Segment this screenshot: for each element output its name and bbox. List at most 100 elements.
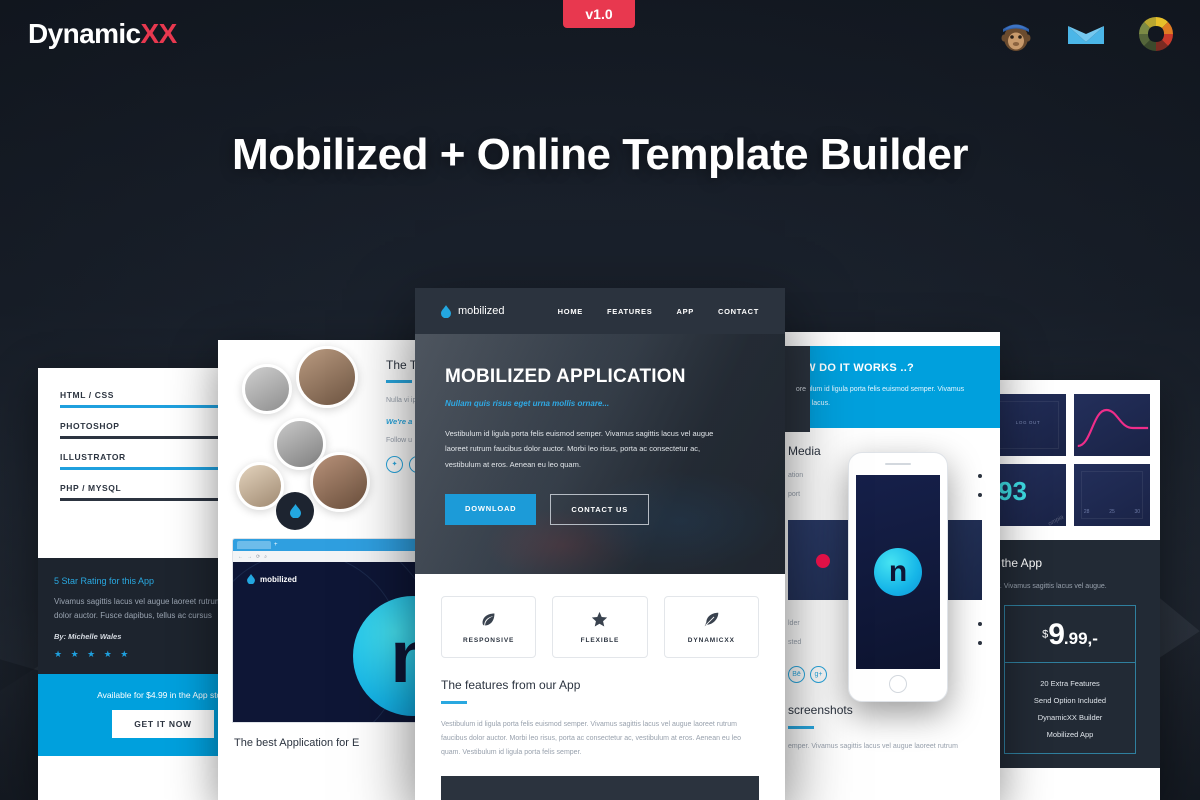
- feature-label: DYNAMICXX: [687, 636, 735, 644]
- features-section-title: The features from our App: [441, 678, 581, 692]
- bullet-dot: [978, 640, 982, 645]
- brand-icon-group: [994, 12, 1178, 56]
- browser-brand: mobilized: [247, 574, 297, 584]
- download-button[interactable]: DOWNLOAD: [445, 494, 537, 526]
- nav-item-features[interactable]: FEATURES: [607, 307, 652, 316]
- pricing-feature: 20 Extra Features: [1040, 679, 1100, 689]
- color-wheel-icon[interactable]: [1134, 12, 1178, 56]
- top-bar: DynamicXX v1.0: [0, 0, 1200, 70]
- campaign-monitor-icon[interactable]: [1064, 12, 1108, 56]
- screenshot-grid: LOG OUT 93 ompia 28 25 30: [980, 380, 1160, 540]
- bottom-screenshots-section: screenshots emper. Vivamus sagittis lacu…: [770, 693, 1000, 753]
- price-integer: 9: [1048, 618, 1065, 652]
- mock-screenshots-card: LOG OUT 93 ompia 28 25 30 r the App er. …: [980, 380, 1160, 800]
- contact-us-button[interactable]: CONTACT US: [550, 494, 650, 526]
- accent-rule: [441, 701, 467, 704]
- forward-icon[interactable]: →: [247, 554, 252, 560]
- app-detail-title: r the App: [994, 556, 1043, 570]
- avatar: [242, 364, 292, 414]
- bullet-dot: [978, 621, 982, 626]
- template-brand-label: mobilized: [458, 305, 505, 317]
- price-amount: $9.99,-: [1005, 606, 1135, 664]
- list-item-label: sted: [788, 639, 802, 647]
- get-it-now-button[interactable]: GET IT NOW: [112, 710, 214, 738]
- back-icon[interactable]: ←: [238, 554, 243, 560]
- screenshot-thumb[interactable]: 93 ompia: [990, 464, 1066, 526]
- feature-label: FLEXIBLE: [580, 636, 620, 644]
- screenshots-body: emper. Vivamus sagittis lacus vel augue …: [788, 743, 958, 751]
- template-nav-list: HOME FEATURES APP CONTACT: [558, 307, 759, 316]
- droplet-icon: [441, 304, 451, 318]
- template-hero: MOBILIZED APPLICATION Nullam quis risus …: [415, 334, 785, 574]
- pricing-feature-list: 20 Extra Features Send Option Included D…: [1005, 663, 1135, 753]
- hero-subtitle: Nullam quis risus eget urna mollis ornar…: [445, 399, 610, 408]
- feather-icon: [704, 612, 719, 626]
- phone-home-button[interactable]: [889, 675, 907, 693]
- how-it-works-body: Vestibulum id ligula porta felis euismod…: [788, 386, 965, 407]
- feature-box-row: RESPONSIVE FLEXIBLE DYNAMICXX: [415, 574, 785, 658]
- star-icon: [592, 611, 608, 627]
- phone-screen: n: [856, 475, 940, 669]
- behance-icon[interactable]: Bē: [788, 666, 805, 684]
- search-icon: ⌕: [264, 553, 268, 560]
- record-icon: [816, 554, 830, 569]
- pricing-feature: DynamicXX Builder: [1037, 713, 1103, 723]
- features-section-body: Vestibulum id ligula porta felis euismod…: [441, 721, 741, 756]
- droplet-badge: [276, 492, 314, 530]
- browser-brand-label: mobilized: [260, 574, 297, 584]
- template-brand[interactable]: mobilized: [441, 304, 505, 318]
- nav-item-contact[interactable]: CONTACT: [718, 307, 759, 316]
- app-logo-n: n: [874, 548, 922, 596]
- feature-box-dynamicxx[interactable]: DYNAMICXX: [663, 596, 759, 658]
- watermark-text: ompia: [1047, 514, 1065, 526]
- new-tab-icon[interactable]: +: [274, 542, 278, 548]
- screenshot-frame: [997, 401, 1059, 449]
- how-it-works-title: HOW DO IT WORKS ..?: [788, 362, 915, 374]
- google-plus-icon[interactable]: g+: [810, 666, 827, 684]
- browser-tab[interactable]: [237, 541, 271, 549]
- brand-logo[interactable]: DynamicXX: [28, 18, 177, 50]
- number-value: 28: [1083, 509, 1090, 515]
- list-item-label: ation: [788, 472, 804, 480]
- list-item-label: lder: [788, 620, 800, 628]
- hero-button-group: DOWNLOAD CONTACT US: [445, 494, 755, 526]
- screenshot-thumb[interactable]: LOG OUT: [990, 394, 1066, 456]
- hero-body: Vestibulum id ligula porta felis euismod…: [445, 429, 714, 469]
- reload-icon[interactable]: ⟳: [256, 554, 260, 560]
- phone-speaker: [885, 463, 911, 465]
- bullet-dot: [978, 473, 982, 478]
- template-navbar: mobilized HOME FEATURES APP CONTACT: [415, 288, 785, 334]
- pricing-feature: Mobilized App: [1046, 730, 1094, 740]
- feature-box-flexible[interactable]: FLEXIBLE: [552, 596, 648, 658]
- app-detail-section: r the App er. Vivamus sagittis lacus vel…: [980, 540, 1160, 769]
- brand-logo-main: Dynamic: [28, 18, 141, 49]
- app-detail-body: er. Vivamus sagittis lacus vel augue.: [994, 583, 1107, 590]
- screenshot-thumb[interactable]: 28 25 30: [1074, 464, 1150, 526]
- iphone-mockup: n: [848, 452, 948, 702]
- leaf-icon: [482, 613, 495, 625]
- version-badge: v1.0: [563, 0, 635, 28]
- price-decimals: .99,-: [1063, 629, 1098, 649]
- droplet-icon: [289, 504, 301, 518]
- page-title: Mobilized + Online Template Builder: [232, 130, 968, 179]
- template-features-section: The features from our App Vestibulum id …: [415, 658, 785, 760]
- avatar: [296, 346, 358, 408]
- number-value: 30: [1134, 509, 1141, 515]
- feature-box-responsive[interactable]: RESPONSIVE: [441, 596, 537, 658]
- twitter-icon[interactable]: ✦: [386, 455, 403, 473]
- screenshot-number: 93: [998, 476, 1027, 506]
- nav-item-home[interactable]: HOME: [558, 307, 583, 316]
- screenshots-title: screenshots: [788, 703, 853, 718]
- avatar: [310, 452, 370, 512]
- list-item-label: port: [788, 491, 801, 499]
- nav-item-app[interactable]: APP: [676, 307, 694, 316]
- accent-rule: [386, 380, 412, 383]
- screenshot-thumb[interactable]: [1074, 394, 1150, 456]
- mailchimp-icon[interactable]: [994, 12, 1038, 56]
- brand-logo-accent: XX: [140, 18, 178, 49]
- wave-chart-icon: [1077, 408, 1149, 448]
- template-image-placeholder: [441, 776, 759, 800]
- number-value: 25: [1109, 509, 1115, 515]
- screenshot-label: LOG OUT: [1015, 420, 1041, 425]
- feature-label: RESPONSIVE: [463, 636, 515, 644]
